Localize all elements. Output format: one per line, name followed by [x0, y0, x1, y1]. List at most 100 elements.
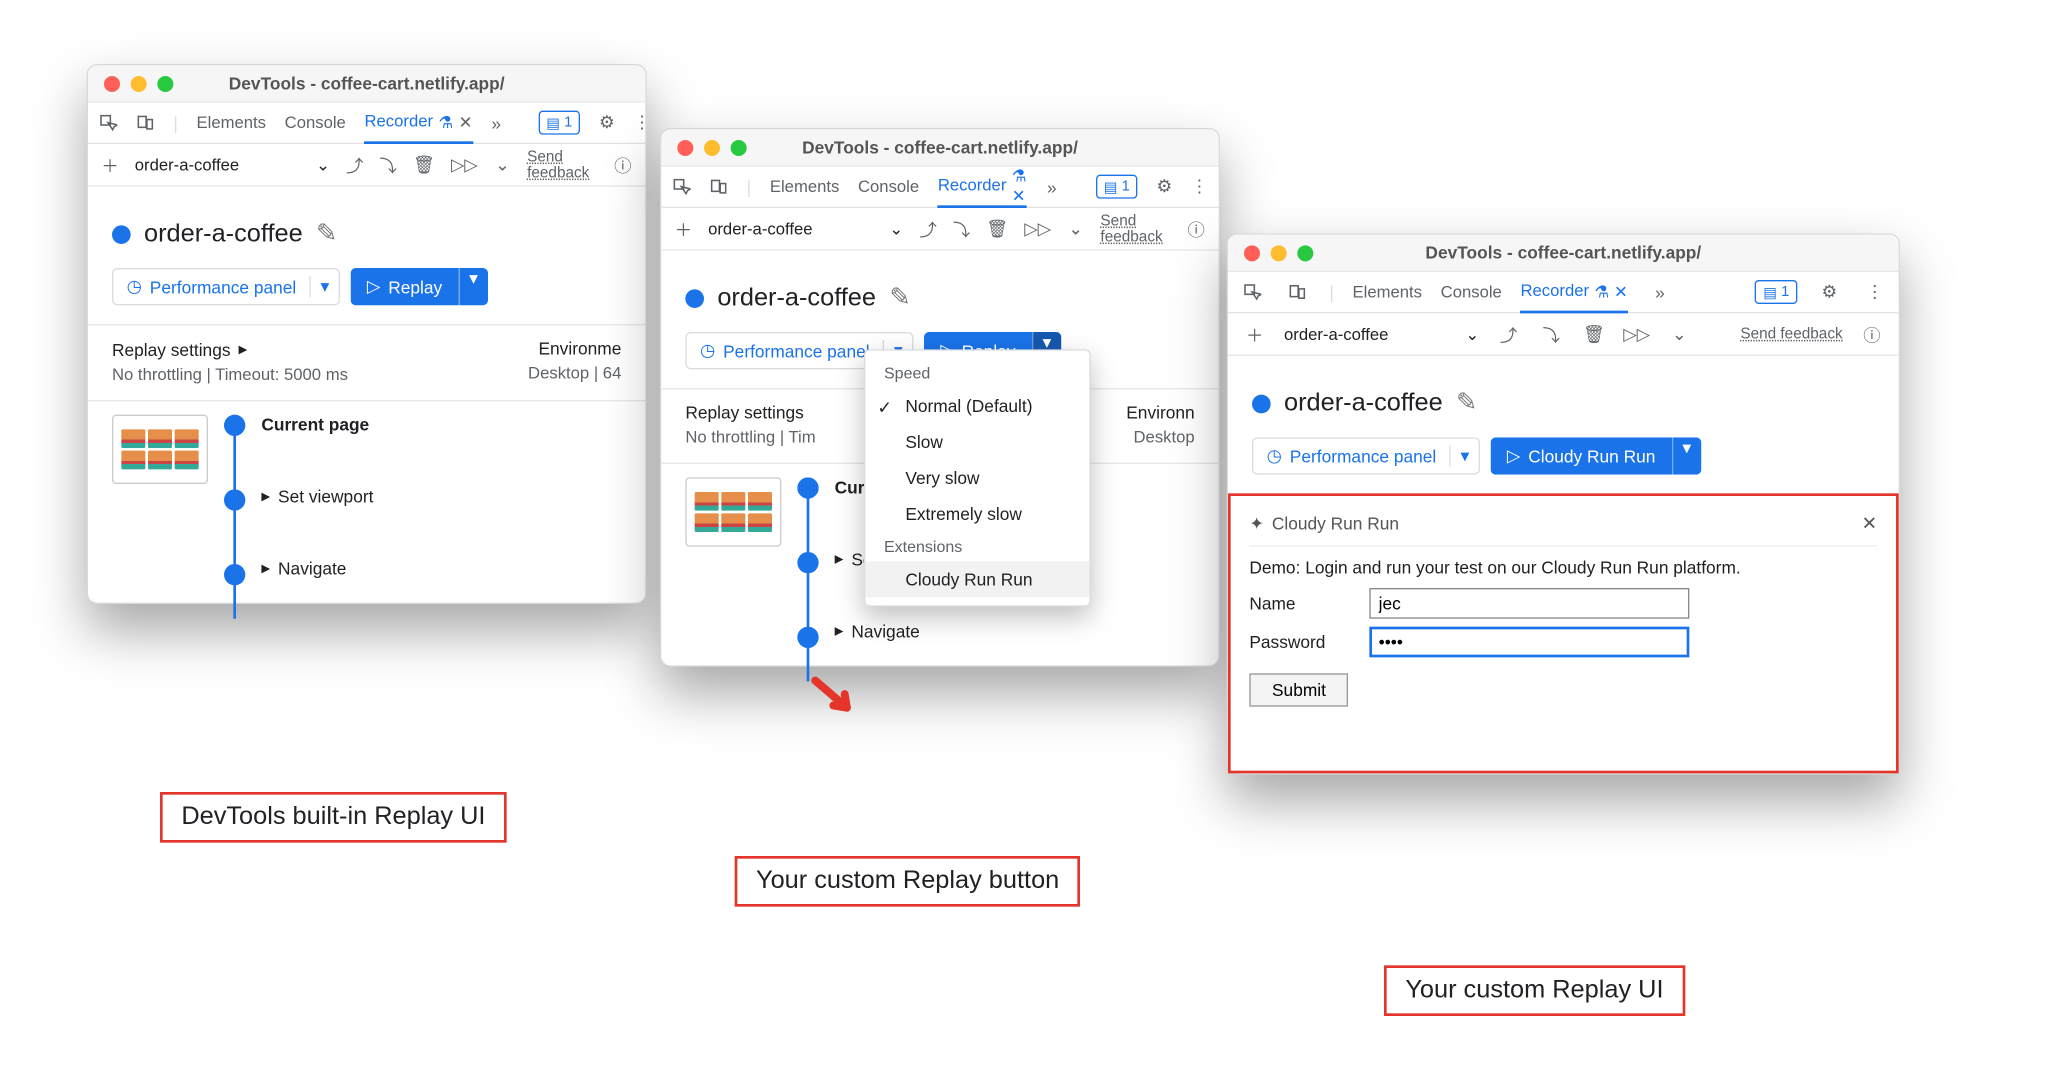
page-thumbnail [685, 477, 781, 546]
import-icon[interactable]: ⤵ [380, 151, 397, 178]
tab-console[interactable]: Console [1441, 271, 1502, 312]
step-current-page[interactable]: Current page [261, 415, 373, 435]
annotation-custom-ui: Your custom Replay UI [1384, 965, 1685, 1016]
issues-badge[interactable]: ▤ 1 [1755, 280, 1797, 304]
window-title: DevTools - coffee-cart.netlify.app/ [88, 73, 645, 93]
devtools-window-custom-button: DevTools - coffee-cart.netlify.app/ | El… [660, 128, 1220, 667]
export-icon[interactable]: ⤴ [919, 215, 936, 242]
kebab-icon[interactable]: ⋮ [1861, 279, 1888, 306]
replay-settings-heading[interactable]: Replay settings ▸ [112, 339, 348, 360]
menu-item-cloudy-run-run[interactable]: Cloudy Run Run [865, 561, 1089, 597]
extension-panel-header: ✦ Cloudy Run Run ✕ [1249, 509, 1877, 546]
chevron-down-icon[interactable]: ⌄ [494, 151, 511, 178]
help-icon[interactable]: ⓘ [1859, 321, 1886, 348]
step-play-icon[interactable]: ▷▷ [451, 151, 478, 178]
help-icon[interactable]: ⓘ [1187, 215, 1205, 242]
tab-console[interactable]: Console [858, 166, 919, 207]
help-icon[interactable]: ⓘ [614, 151, 632, 178]
tab-recorder[interactable]: Recorder ⚗ ✕ [938, 166, 1027, 207]
trash-icon[interactable]: 🗑 [986, 215, 1008, 242]
tab-console[interactable]: Console [285, 102, 346, 143]
send-feedback-link[interactable]: Send feedback [1100, 213, 1171, 245]
record-status-icon [112, 225, 131, 244]
recording-selector[interactable]: order-a-coffee ⌄ [135, 155, 330, 175]
add-recording-icon[interactable]: ＋ [1241, 321, 1268, 348]
import-icon[interactable]: ⤵ [953, 215, 970, 242]
pencil-icon[interactable]: ✎ [1456, 388, 1477, 419]
add-recording-icon[interactable]: ＋ [101, 151, 118, 178]
chevron-down-icon: ⌄ [316, 155, 330, 175]
add-recording-icon[interactable]: ＋ [675, 215, 692, 242]
recording-selector[interactable]: order-a-coffee ⌄ [708, 219, 903, 239]
submit-button[interactable]: Submit [1249, 673, 1348, 706]
issues-badge[interactable]: ▤1 [538, 111, 580, 135]
page-thumbnail [112, 415, 208, 484]
environment-heading: Environme [528, 339, 621, 359]
timeline [224, 415, 245, 579]
import-icon[interactable]: ⤵ [1538, 321, 1565, 348]
step-play-icon[interactable]: ▷▷ [1623, 321, 1650, 348]
devtools-tabs: | Elements Console Recorder ⚗ ✕ » ▤1 ⚙ ⋮ [88, 103, 645, 144]
menu-item-extremely-slow[interactable]: Extremely slow [865, 496, 1089, 532]
menu-header-extensions: Extensions [865, 532, 1089, 561]
play-icon: ▷ [367, 276, 380, 297]
titlebar: DevTools - coffee-cart.netlify.app/ [88, 65, 645, 102]
performance-panel-button[interactable]: ◷Performance panel ▾ [112, 268, 340, 305]
send-feedback-link[interactable]: Send feedback [1740, 326, 1842, 342]
close-icon[interactable]: ✕ [1862, 512, 1878, 535]
flask-icon: ⚗ [438, 111, 453, 131]
trash-icon[interactable]: 🗑 [1581, 321, 1608, 348]
menu-item-normal[interactable]: ✓Normal (Default) [865, 388, 1089, 424]
red-arrow-icon [811, 676, 856, 721]
trash-icon[interactable]: 🗑 [413, 151, 435, 178]
inspect-element-icon[interactable] [99, 109, 118, 136]
gear-icon[interactable]: ⚙ [1816, 279, 1843, 306]
step-navigate[interactable]: ▸Navigate [261, 557, 373, 578]
name-label: Name [1249, 593, 1356, 613]
extension-panel: ✦ Cloudy Run Run ✕ Demo: Login and run y… [1228, 493, 1899, 773]
custom-replay-button[interactable]: ▷ Cloudy Run Run▾ [1491, 437, 1701, 474]
tab-elements[interactable]: Elements [770, 166, 839, 207]
recording-name: order-a-coffee [144, 219, 303, 248]
bubble-icon: ▤ [546, 114, 560, 131]
kebab-icon[interactable]: ⋮ [1191, 173, 1208, 200]
performance-panel-button[interactable]: ◷ Performance panel▾ [1252, 437, 1480, 474]
more-tabs-icon[interactable]: » [1045, 173, 1058, 200]
close-tab-icon[interactable]: ✕ [459, 111, 473, 131]
inspect-element-icon[interactable] [1239, 279, 1266, 306]
tab-elements[interactable]: Elements [1353, 271, 1422, 312]
check-icon: ✓ [877, 397, 892, 418]
replay-button[interactable]: ▷Replay ▾ [351, 268, 488, 305]
replay-dropdown[interactable]: ▾ [458, 268, 487, 305]
device-toolbar-icon[interactable] [709, 173, 728, 200]
name-input[interactable] [1369, 588, 1689, 619]
menu-item-slow[interactable]: Slow [865, 424, 1089, 460]
recording-selector[interactable]: order-a-coffee ⌄ [1284, 324, 1479, 344]
device-toolbar-icon[interactable] [136, 109, 155, 136]
chevron-right-icon: ▸ [261, 557, 270, 578]
tab-recorder[interactable]: Recorder ⚗ ✕ [364, 102, 472, 143]
gear-icon[interactable]: ⚙ [599, 109, 615, 136]
password-input[interactable] [1369, 627, 1689, 658]
chevron-right-icon: ▸ [239, 339, 248, 360]
annotation-custom-button: Your custom Replay button [735, 856, 1081, 907]
export-icon[interactable]: ⤴ [1495, 321, 1522, 348]
step-play-icon[interactable]: ▷▷ [1024, 215, 1051, 242]
gear-icon[interactable]: ⚙ [1156, 173, 1172, 200]
more-tabs-icon[interactable]: » [491, 109, 501, 136]
step-set-viewport[interactable]: ▸Set viewport [261, 485, 373, 506]
pencil-icon[interactable]: ✎ [316, 219, 337, 250]
send-feedback-link[interactable]: Send feedback [527, 149, 598, 181]
inspect-element-icon[interactable] [672, 173, 691, 200]
tab-recorder[interactable]: Recorder ⚗ ✕ [1520, 271, 1627, 312]
export-icon[interactable]: ⤴ [346, 151, 363, 178]
replay-settings-detail: No throttling | Timeout: 5000 ms [112, 365, 348, 384]
devtools-window-custom-ui: DevTools - coffee-cart.netlify.app/ | El… [1227, 233, 1900, 774]
device-toolbar-icon[interactable] [1284, 279, 1311, 306]
kebab-icon[interactable]: ⋮ [633, 109, 650, 136]
menu-item-very-slow[interactable]: Very slow [865, 460, 1089, 496]
pencil-icon[interactable]: ✎ [889, 283, 910, 314]
tab-elements[interactable]: Elements [197, 102, 266, 143]
performance-panel-dropdown[interactable]: ▾ [310, 276, 339, 297]
issues-badge[interactable]: ▤ 1 [1096, 175, 1138, 199]
